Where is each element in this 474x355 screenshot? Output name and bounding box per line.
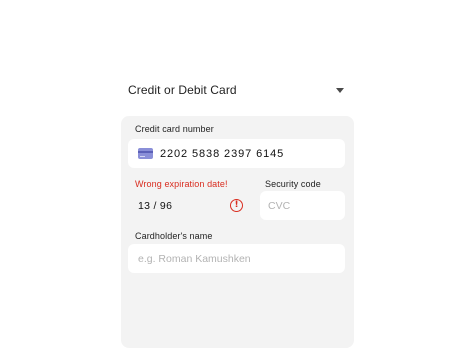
expiration-value[interactable]: 13 / 96	[138, 200, 172, 212]
expiration-field[interactable]: 13 / 96 !	[128, 191, 251, 220]
caret-down-icon[interactable]	[336, 87, 344, 93]
error-exclamation-icon: !	[230, 199, 243, 212]
payment-method-label: Credit or Debit Card	[128, 83, 237, 97]
security-code-input[interactable]	[268, 199, 345, 212]
payment-page: Credit or Debit Card Credit card number …	[0, 0, 474, 355]
cardholder-name-field[interactable]	[128, 244, 345, 273]
card-number-field[interactable]: 2202 5838 2397 6145	[128, 139, 345, 168]
payment-method-dropdown[interactable]: Credit or Debit Card	[121, 78, 354, 102]
expiration-error-label: Wrong expiration date!	[135, 179, 228, 189]
card-number-value[interactable]: 2202 5838 2397 6145	[160, 148, 284, 160]
cardholder-name-input[interactable]	[138, 252, 345, 265]
card-details-panel: Credit card number 2202 5838 2397 6145 W…	[121, 116, 354, 348]
card-number-label: Credit card number	[135, 124, 214, 134]
security-code-label: Security code	[265, 179, 321, 189]
credit-card-icon	[138, 148, 153, 159]
security-code-field[interactable]	[260, 191, 345, 220]
cardholder-name-label: Cardholder's name	[135, 231, 213, 241]
